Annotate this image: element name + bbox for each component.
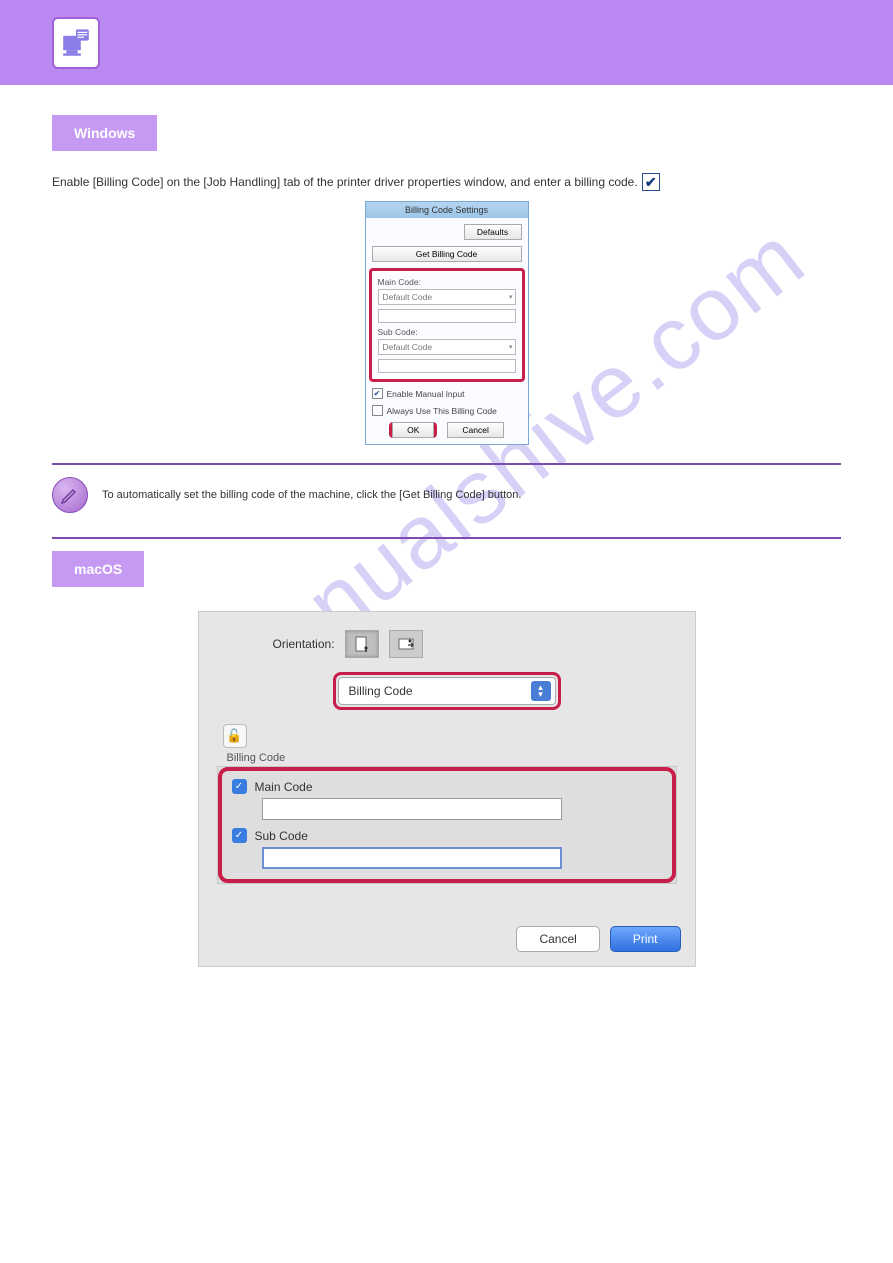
- note-row: To automatically set the billing code of…: [52, 471, 841, 519]
- main-code-value: Default Code: [383, 292, 433, 302]
- logo-icon: [52, 17, 100, 69]
- main-code-dropdown[interactable]: Default Code ▾: [378, 289, 516, 305]
- ok-button[interactable]: OK: [392, 422, 434, 438]
- instruction-text: Enable [Billing Code] on the [Job Handli…: [52, 173, 638, 191]
- enable-manual-checkbox-row[interactable]: ✔ Enable Manual Input: [372, 388, 522, 399]
- chevron-down-icon: ▾: [509, 293, 513, 301]
- checkbox-unchecked-icon: [372, 405, 383, 416]
- divider: [52, 537, 841, 539]
- enable-manual-label: Enable Manual Input: [387, 389, 465, 399]
- header-bar: [0, 0, 893, 85]
- orientation-landscape-button[interactable]: [389, 630, 423, 658]
- cancel-button[interactable]: Cancel: [447, 422, 503, 438]
- checkbox-checked-icon: ✔: [372, 388, 383, 399]
- checkbox-checked-icon: ✔: [642, 173, 660, 191]
- orientation-label: Orientation:: [273, 637, 335, 651]
- mac-print-dialog: Orientation: Billing Code ▴▾ 🔓 Billing C…: [198, 611, 696, 967]
- sub-code-dropdown[interactable]: Default Code ▾: [378, 339, 516, 355]
- macos-section-tag: macOS: [52, 551, 144, 587]
- checkbox-checked-icon: ✓: [232, 828, 247, 843]
- orientation-portrait-button[interactable]: [345, 630, 379, 658]
- panel-selector-dropdown[interactable]: Billing Code ▴▾: [338, 677, 556, 705]
- billing-inner-box: ✓ Main Code ✓ Sub Code: [217, 766, 677, 884]
- sub-code-value: Default Code: [383, 342, 433, 352]
- billing-code-section-label: Billing Code: [227, 752, 681, 764]
- sub-code-checkbox-row[interactable]: ✓ Sub Code: [232, 828, 662, 843]
- lock-icon[interactable]: 🔓: [223, 724, 247, 748]
- always-use-label: Always Use This Billing Code: [387, 406, 497, 416]
- main-code-label: Main Code:: [378, 277, 516, 287]
- defaults-button[interactable]: Defaults: [464, 224, 522, 240]
- mac-print-button[interactable]: Print: [610, 926, 681, 952]
- billing-code-settings-dialog: Billing Code Settings Defaults Get Billi…: [365, 201, 529, 445]
- windows-instruction: Enable [Billing Code] on the [Job Handli…: [52, 173, 841, 191]
- mac-sub-code-input[interactable]: [262, 847, 562, 869]
- main-code-input[interactable]: [378, 309, 516, 323]
- chevron-down-icon: ▾: [509, 343, 513, 351]
- mac-code-fields-highlight: ✓ Main Code ✓ Sub Code: [218, 767, 676, 883]
- main-code-checkbox-row[interactable]: ✓ Main Code: [232, 779, 662, 794]
- ok-button-highlight: OK: [389, 422, 437, 438]
- mac-cancel-button[interactable]: Cancel: [516, 926, 599, 952]
- pencil-icon: [52, 477, 88, 513]
- windows-section-tag: Windows: [52, 115, 157, 151]
- dialog-title: Billing Code Settings: [366, 202, 528, 218]
- sub-code-label: Sub Code: [255, 829, 308, 843]
- always-use-checkbox-row[interactable]: Always Use This Billing Code: [372, 405, 522, 416]
- sub-code-label: Sub Code:: [378, 327, 516, 337]
- main-code-label: Main Code: [255, 780, 313, 794]
- code-fields-highlight: Main Code: Default Code ▾ Sub Code: Defa…: [369, 268, 525, 382]
- divider: [52, 463, 841, 465]
- checkbox-checked-icon: ✓: [232, 779, 247, 794]
- panel-selector-highlight: Billing Code ▴▾: [333, 672, 561, 710]
- note-text: To automatically set the billing code of…: [102, 487, 521, 504]
- mac-main-code-input[interactable]: [262, 798, 562, 820]
- sub-code-input[interactable]: [378, 359, 516, 373]
- panel-selector-value: Billing Code: [349, 684, 413, 698]
- stepper-icon: ▴▾: [531, 681, 551, 701]
- get-billing-code-button[interactable]: Get Billing Code: [372, 246, 522, 262]
- mac-dialog-container: Orientation: Billing Code ▴▾ 🔓 Billing C…: [52, 611, 841, 967]
- windows-dialog-container: Billing Code Settings Defaults Get Billi…: [52, 201, 841, 445]
